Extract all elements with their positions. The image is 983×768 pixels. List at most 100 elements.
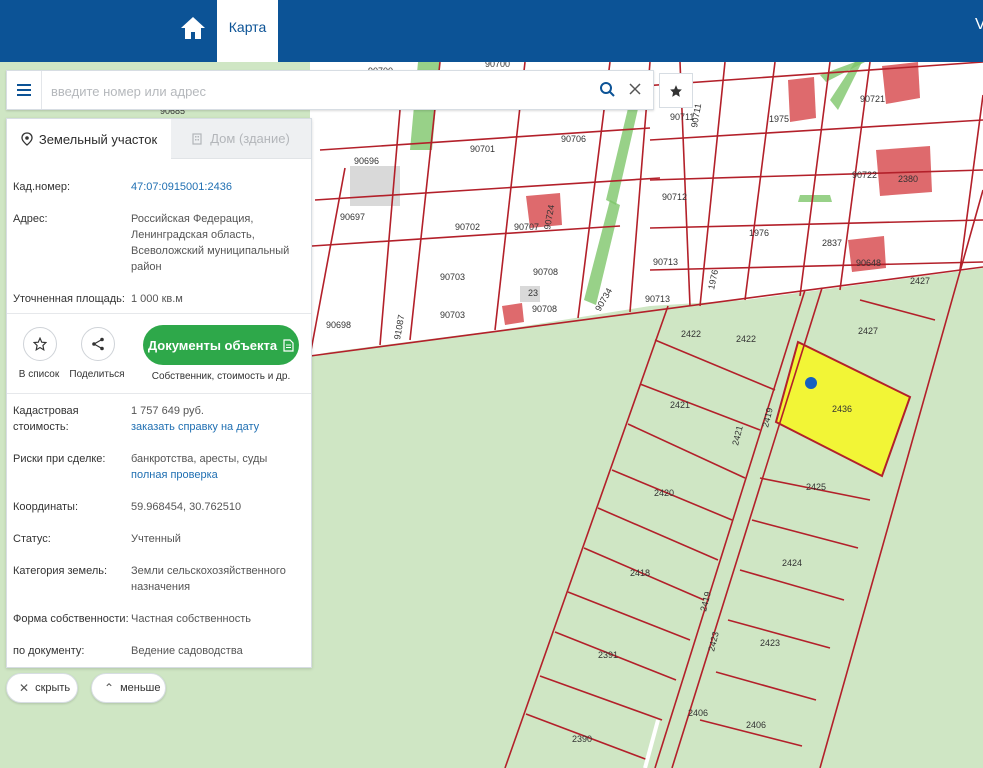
menu-icon (17, 84, 31, 96)
search-icon[interactable] (597, 79, 617, 99)
chevron-up-icon: ⌃ (104, 681, 115, 695)
order-certificate-link[interactable]: заказать справку на дату (131, 419, 307, 435)
map-label: 2406 (746, 720, 766, 730)
map-label: 90722 (852, 170, 877, 180)
coords-value: 59.968454, 30.762510 (131, 501, 242, 513)
close-icon: ✕ (19, 681, 30, 695)
map-label: 2424 (782, 558, 802, 568)
map-label: 2421 (730, 425, 745, 447)
status-value: Учтенный (131, 533, 181, 545)
coords-label: Координаты: (13, 501, 79, 513)
add-to-list-button[interactable] (23, 327, 57, 361)
cost-label: Кадастровая стоимость: (13, 405, 79, 433)
map-label: 90697 (340, 212, 365, 222)
map-label: 90702 (455, 222, 480, 232)
object-documents-subtitle: Собственник, стоимость и др. (151, 371, 291, 382)
home-button[interactable] (172, 8, 214, 48)
collapse-panel-label: меньше (120, 682, 161, 694)
star-icon (670, 84, 682, 97)
map-label: 2380 (898, 174, 918, 184)
search-input[interactable] (49, 77, 593, 105)
map-label: 2420 (654, 488, 674, 498)
cad-number-value[interactable]: 47:07:0915001:2436 (131, 179, 307, 195)
map-label: 2418 (630, 568, 650, 578)
map-label: 2436 (832, 404, 852, 414)
favorites-button[interactable] (659, 73, 693, 108)
parcel-info-panel: Земельный участок Дом (здание) Кад.номер… (6, 118, 312, 668)
map-label: 90703 (440, 310, 465, 320)
add-to-list-label: В список (18, 369, 60, 380)
map-label: 2423 (760, 638, 780, 648)
area-value: 1 000 кв.м (131, 293, 183, 305)
clear-icon[interactable] (625, 79, 645, 99)
map-label: 90713 (653, 257, 678, 267)
risk-label: Риски при сделке: (13, 453, 106, 465)
document-use-label: по документу: (13, 645, 85, 657)
map-label: 2422 (681, 329, 701, 339)
divider (7, 393, 311, 394)
share-button[interactable] (81, 327, 115, 361)
ownership-label: Форма собственности: (13, 613, 129, 625)
map-label: 90700 (485, 62, 510, 69)
menu-button[interactable] (7, 71, 42, 109)
object-documents-label: Документы объекта (147, 337, 278, 353)
map-label: 90698 (326, 320, 351, 330)
building-icon (192, 132, 202, 145)
area-label: Уточненная площадь: (13, 293, 125, 305)
full-check-link[interactable]: полная проверка (131, 467, 307, 483)
share-label: Поделиться (69, 369, 125, 380)
address-label: Адрес: (13, 213, 48, 225)
address-value: Российская Федерация, Ленинградская обла… (131, 213, 290, 273)
location-pin-icon (21, 132, 33, 146)
map-label: 2419 (760, 407, 775, 429)
map-label: 2427 (910, 276, 930, 286)
divider (7, 313, 311, 314)
document-icon (283, 338, 294, 352)
map-label: 90707 (514, 222, 539, 232)
map-label: 2837 (822, 238, 842, 248)
document-use-value: Ведение садоводства (131, 645, 243, 657)
map-label: 2419 (698, 591, 713, 613)
map-label: 2423 (706, 631, 721, 653)
ownership-value: Частная собственность (131, 613, 252, 625)
map-label: 1975 (769, 114, 789, 124)
map-label: 90701 (470, 144, 495, 154)
map-label: 90703 (440, 272, 465, 282)
search-bar (6, 70, 654, 110)
category-value: Земли сельскохозяйственного назначения (131, 565, 286, 593)
map-label: 90708 (532, 304, 557, 314)
map-label: 2421 (670, 400, 690, 410)
map-label: 1976 (749, 228, 769, 238)
map-label: 2427 (858, 326, 878, 336)
map-label: 2406 (688, 708, 708, 718)
collapse-panel-button[interactable]: ⌃ меньше (91, 673, 166, 703)
map-label: 2390 (572, 734, 592, 744)
map-label: 90721 (860, 94, 885, 104)
cad-number-label: Кад.номер: (13, 181, 71, 193)
map-label: 90712 (662, 192, 687, 202)
tab-land-plot-label: Земельный участок (38, 131, 158, 147)
map-label: 23 (528, 288, 538, 298)
hide-panel-label: скрыть (35, 682, 71, 694)
home-icon (181, 17, 205, 39)
category-label: Категория земель: (13, 565, 108, 577)
map-label: 90648 (856, 258, 881, 268)
map-label: 2391 (598, 650, 618, 660)
tab-building-label: Дом (здание) (210, 131, 290, 146)
map-label: 2422 (736, 334, 756, 344)
object-documents-button[interactable]: Документы объекта (143, 325, 299, 365)
cost-value: 1 757 649 руб. (131, 405, 204, 417)
map-label: 90708 (533, 267, 558, 277)
header-edge-text: V (975, 16, 983, 33)
tab-building[interactable]: Дом (здание) (171, 119, 311, 159)
star-outline-icon (33, 337, 47, 351)
tab-land-plot[interactable]: Земельный участок (7, 119, 171, 159)
location-marker (805, 377, 817, 389)
map-label: 90706 (561, 134, 586, 144)
tab-map[interactable]: Карта (217, 0, 278, 62)
status-label: Статус: (13, 533, 51, 545)
share-icon (92, 337, 104, 351)
hide-panel-button[interactable]: ✕ скрыть (6, 673, 78, 703)
top-bar: Карта V (0, 0, 983, 62)
map-label: 2425 (806, 482, 826, 492)
